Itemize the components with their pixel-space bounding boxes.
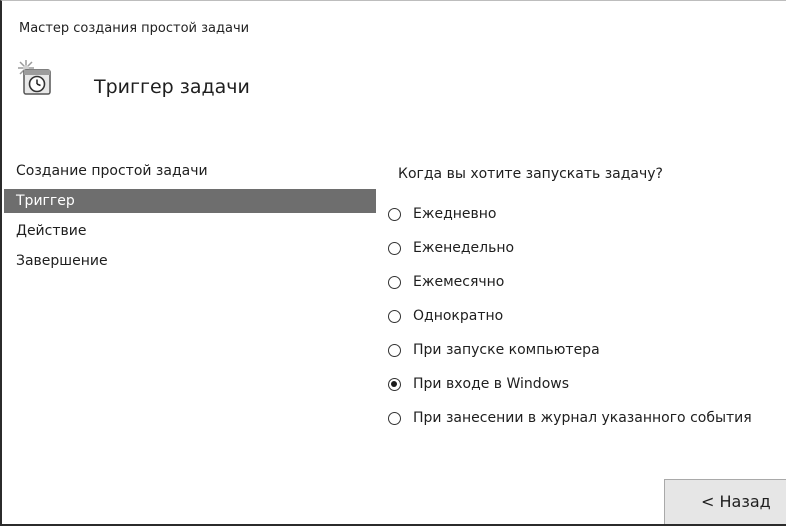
- option-one-time-label: Однократно: [413, 308, 504, 324]
- option-at-startup[interactable]: При запуске компьютера: [388, 338, 752, 362]
- option-weekly[interactable]: Еженедельно: [388, 236, 752, 260]
- page-title: Триггер задачи: [94, 76, 250, 98]
- step-trigger[interactable]: Триггер: [4, 189, 376, 213]
- trigger-options: Ежедневно Еженедельно Ежемесячно Однокра…: [388, 202, 752, 440]
- radio-one-time[interactable]: [388, 309, 401, 323]
- trigger-question: Когда вы хотите запускать задачу?: [398, 166, 663, 182]
- option-on-event-label: При занесении в журнал указанного событи…: [413, 410, 752, 426]
- option-weekly-label: Еженедельно: [413, 240, 515, 256]
- radio-daily[interactable]: [388, 207, 401, 221]
- option-daily[interactable]: Ежедневно: [388, 202, 752, 226]
- option-at-logon[interactable]: При входе в Windows: [388, 372, 752, 396]
- option-on-event[interactable]: При занесении в журнал указанного событи…: [388, 406, 752, 430]
- window-title: Мастер создания простой задачи: [19, 21, 250, 36]
- back-button[interactable]: < Назад: [664, 479, 786, 524]
- radio-at-logon[interactable]: [388, 377, 401, 391]
- option-one-time[interactable]: Однократно: [388, 304, 752, 328]
- option-monthly[interactable]: Ежемесячно: [388, 270, 752, 294]
- option-monthly-label: Ежемесячно: [413, 274, 505, 290]
- radio-monthly[interactable]: [388, 275, 401, 289]
- radio-on-event[interactable]: [388, 411, 401, 425]
- scheduled-task-clock-icon: [17, 59, 57, 99]
- option-daily-label: Ежедневно: [413, 206, 497, 222]
- option-at-startup-label: При запуске компьютера: [413, 342, 600, 358]
- step-create-simple-task[interactable]: Создание простой задачи: [4, 159, 376, 183]
- option-at-logon-label: При входе в Windows: [413, 376, 570, 392]
- radio-at-startup[interactable]: [388, 343, 401, 357]
- step-finish[interactable]: Завершение: [4, 249, 376, 273]
- radio-weekly[interactable]: [388, 241, 401, 255]
- wizard-steps-sidebar: Создание простой задачи Триггер Действие…: [4, 159, 376, 273]
- step-action[interactable]: Действие: [4, 219, 376, 243]
- wizard-window: Мастер создания простой задачи Триггер з…: [0, 0, 786, 526]
